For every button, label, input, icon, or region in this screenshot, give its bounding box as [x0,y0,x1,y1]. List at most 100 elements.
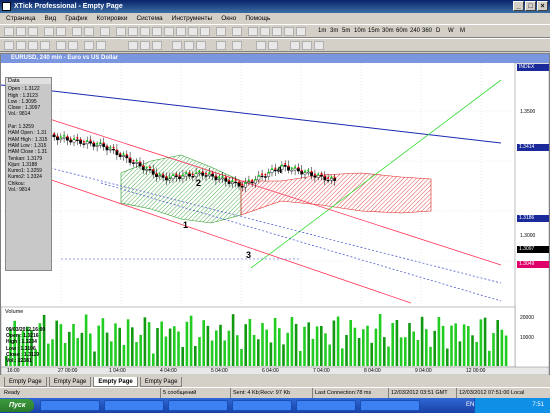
timeframe-3m[interactable]: 3m [330,27,338,36]
timeframe-1m[interactable]: 1m [318,27,326,36]
text-icon[interactable] [200,27,210,36]
chart-candle-icon[interactable] [28,27,38,36]
rect-icon[interactable] [272,27,282,36]
timeframe-240[interactable]: 240 [410,27,420,36]
menu-chart[interactable]: График [65,13,87,24]
eraser-icon[interactable] [268,41,278,50]
timeframe-60m[interactable]: 60m [396,27,408,36]
volume-bar [425,329,428,366]
pencil-icon[interactable] [256,41,266,50]
color-red-icon[interactable] [128,41,138,50]
volume-bar [261,323,264,366]
timeframe-15m[interactable]: 15m [368,27,380,36]
taskbar-item-1[interactable] [40,400,100,411]
channel-icon[interactable] [176,27,186,36]
volume-bar [122,344,126,366]
chart-area[interactable]: 1 2 3 4 Data Open : 1.3122 High : 1.3123 L… [1,63,549,375]
candle-body [122,155,125,157]
timeframe-5m[interactable]: 5m [342,27,350,36]
zoom-in-icon[interactable] [44,27,54,36]
menu-view[interactable]: Вид [44,13,56,24]
timeframe-w[interactable]: W [448,27,454,36]
menu-help[interactable]: Помощь [245,13,270,24]
ellipse-icon[interactable] [260,27,270,36]
volume-bar [240,348,243,366]
menu-quotes[interactable]: Котировки [96,13,127,24]
vline-icon[interactable] [164,27,174,36]
timeframe-m[interactable]: M [460,27,465,36]
menu-page[interactable]: Страница [6,13,35,24]
color-blue-icon[interactable] [152,41,162,50]
indicator-dot [185,172,188,175]
taskbar-item-2[interactable] [104,400,164,411]
chart-line-icon[interactable] [4,27,14,36]
minimize-button[interactable]: _ [513,1,524,11]
volume-bar [215,330,218,366]
volume-bar [105,332,109,366]
shape-icon[interactable] [248,27,258,36]
taskbar-item-4[interactable] [232,400,292,411]
taskbar-item-6[interactable] [360,400,420,411]
toolbar-drawing [0,38,550,52]
timeframe-10m[interactable]: 10m [354,27,366,36]
color-green-icon[interactable] [140,41,150,50]
tab-empty-page-1[interactable]: Empty Page [4,377,47,387]
start-button[interactable]: Пуск [0,399,34,412]
volume-bar [278,328,281,366]
triangle-icon[interactable] [284,27,294,36]
hline-icon[interactable] [152,27,162,36]
candle-body [52,134,56,138]
trendline-icon[interactable] [140,27,150,36]
menu-window[interactable]: Окно [221,13,236,24]
print-icon[interactable] [100,27,110,36]
bar-chart-icon[interactable] [4,41,14,50]
grid-icon[interactable] [40,41,50,50]
chart-bar-icon[interactable] [16,27,26,36]
volume-bar [488,350,491,366]
tab-empty-page-4[interactable]: Empty Page [139,377,183,387]
tab-empty-page-2[interactable]: Empty Page [48,377,92,387]
alert-icon[interactable] [290,41,300,50]
taskbar-item-3[interactable] [168,400,228,411]
save-icon[interactable] [96,41,106,50]
eye-icon[interactable] [172,41,182,50]
candle-body [62,136,66,139]
timeframe-d[interactable]: D [436,27,440,36]
zoom-out-icon[interactable] [56,27,66,36]
price-box-current: 1.3097 [517,246,549,253]
candle-body [161,175,165,178]
data-window-header: Data [6,78,51,85]
list-icon[interactable] [232,41,242,50]
undo-icon[interactable] [302,41,312,50]
indicator-icon[interactable] [72,27,82,36]
timeframe-30m[interactable]: 30m [382,27,394,36]
scroll-right-icon[interactable] [68,41,78,50]
table-icon[interactable] [216,41,226,50]
scroll-left-icon[interactable] [56,41,66,50]
timeframe-360[interactable]: 360 [422,27,432,36]
menu-tools[interactable]: Инструменты [172,13,213,24]
glasses-icon[interactable] [196,41,206,50]
fibonacci-icon[interactable] [188,27,198,36]
menu-system[interactable]: Система [136,13,162,24]
volume-bar [156,328,159,366]
eye-off-icon[interactable] [184,41,194,50]
page-icon[interactable] [232,27,242,36]
redo-icon[interactable] [314,41,324,50]
maximize-button[interactable]: □ [525,1,536,11]
area-chart-icon[interactable] [16,41,26,50]
taskbar-item-5[interactable] [296,400,356,411]
price-chart[interactable]: 1 2 3 4 [1,63,549,375]
candle-body [240,186,244,188]
status-bar: Ready 5 сообщений Sent: 4 Kb;Recv: 97 Kb… [0,387,550,399]
crosshair-icon[interactable] [128,27,138,36]
indicator-dot [112,146,115,149]
template-icon[interactable] [84,27,94,36]
volume-icon[interactable] [28,41,38,50]
cursor-icon[interactable] [116,27,126,36]
close-button[interactable]: × [537,1,548,11]
arrow-icon[interactable] [216,27,226,36]
delete-icon[interactable] [296,27,306,36]
new-page-icon[interactable] [84,41,94,50]
tab-empty-page-active[interactable]: Empty Page [93,377,138,387]
